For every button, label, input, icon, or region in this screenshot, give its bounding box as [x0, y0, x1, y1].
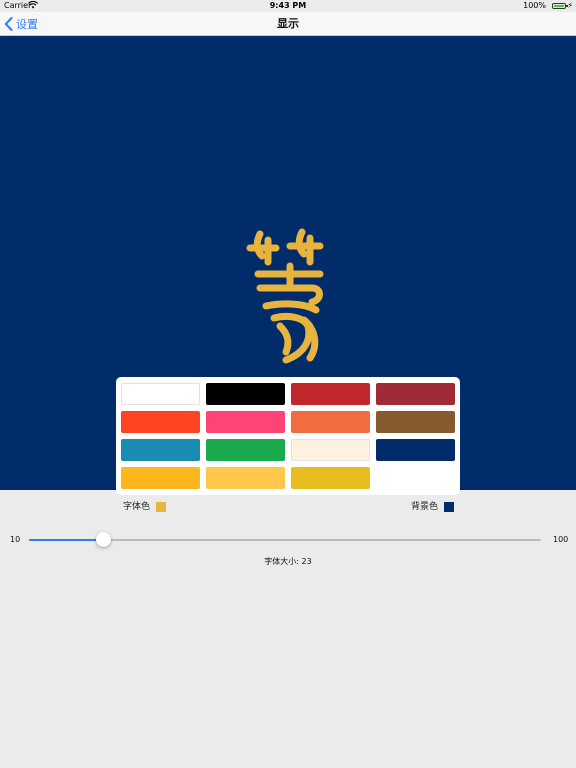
color-swatch[interactable]: [291, 411, 370, 433]
color-swatch[interactable]: [291, 439, 370, 461]
color-swatch[interactable]: [121, 411, 200, 433]
background-color-chip[interactable]: [444, 502, 454, 512]
clock: 9:43 PM: [269, 1, 307, 10]
character-preview: [0, 36, 576, 495]
color-swatch[interactable]: [121, 439, 200, 461]
color-swatch[interactable]: [121, 467, 200, 489]
font-color-label: 字体色: [123, 502, 151, 512]
charging-icon: ⚡: [567, 1, 573, 10]
page-title: 显示: [277, 17, 299, 30]
color-palette: [116, 377, 460, 495]
slider-max-label: 100: [553, 535, 569, 544]
font-size-slider-thumb[interactable]: [96, 532, 111, 547]
slider-fill: [29, 539, 103, 541]
color-swatch[interactable]: [206, 467, 285, 489]
color-swatch[interactable]: [206, 439, 285, 461]
slider-min-label: 10: [10, 535, 21, 544]
seal-script-character: [246, 228, 324, 364]
color-swatch[interactable]: [206, 383, 285, 405]
background-color-label: 背景色: [411, 502, 439, 512]
color-swatch[interactable]: [376, 439, 455, 461]
battery-percentage: 100%: [523, 1, 546, 10]
status-bar: Carrier 9:43 PM 100% ⚡: [0, 0, 576, 12]
color-swatch[interactable]: [206, 411, 285, 433]
font-color-chip[interactable]: [156, 502, 166, 512]
color-swatch[interactable]: [291, 383, 370, 405]
color-swatch[interactable]: [376, 411, 455, 433]
battery-icon: [552, 3, 568, 9]
font-size-readout: 字体大小: 23: [264, 557, 312, 566]
navigation-bar: 设置 显示: [0, 12, 576, 36]
color-swatch[interactable]: [291, 467, 370, 489]
color-swatch[interactable]: [121, 383, 200, 405]
color-swatch[interactable]: [376, 383, 455, 405]
